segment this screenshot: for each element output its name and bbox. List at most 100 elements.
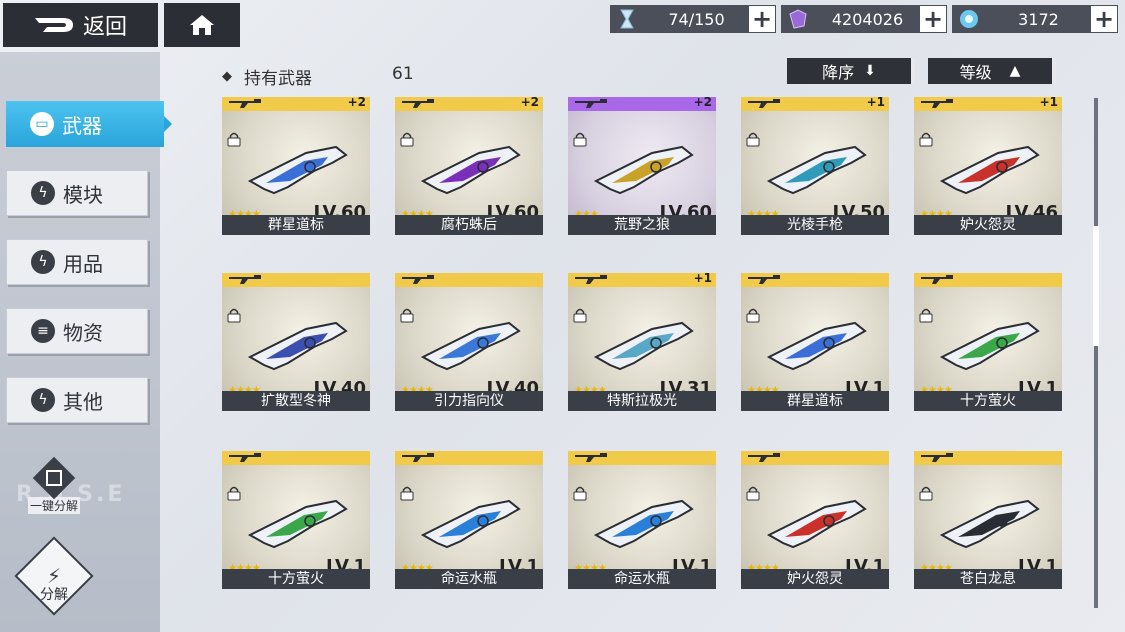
tab-items[interactable]: ϟ 用品 [6, 239, 148, 285]
weapon-icon [593, 321, 694, 371]
one-click-dismantle-button[interactable]: 一键分解 [22, 456, 86, 516]
refine-badge: +1 [693, 271, 712, 285]
refine-badge: +2 [520, 95, 539, 109]
rarity-bar [568, 451, 716, 465]
owned-weapons-header: ◆ 持有武器 61 [222, 64, 414, 89]
weapon-portrait: ★★★★LV.46 [914, 111, 1062, 223]
weapon-card[interactable]: ★★★★LV.1妒火怨灵 [741, 451, 889, 589]
lock-icon [227, 308, 241, 323]
rarity-bar [395, 451, 543, 465]
scrollbar-track[interactable] [1094, 98, 1098, 608]
weapon-portrait: ★★★★LV.1 [568, 465, 716, 577]
weapon-portrait: ★★★★LV.1 [741, 465, 889, 577]
weapon-icon [593, 499, 694, 549]
weapon-card[interactable]: +2 ★★★LV.60荒野之狼 [568, 95, 716, 235]
tab-modules[interactable]: ϟ 模块 [6, 170, 148, 216]
lock-icon [746, 132, 760, 147]
gun-icon: ▭ [30, 112, 54, 136]
weapon-icon [939, 145, 1040, 195]
weapon-type-icon [921, 453, 953, 462]
weapon-card[interactable]: ★★★★LV.1群星道标 [741, 273, 889, 411]
owned-label: 持有武器 [244, 69, 312, 89]
weapon-card[interactable]: ★★★★LV.1十方萤火 [914, 273, 1062, 411]
weapon-name: 命运水瓶 [568, 569, 716, 589]
weapon-portrait: ★★★★LV.1 [914, 465, 1062, 577]
tab-supplies-label: 物资 [63, 320, 103, 345]
diamond-bullet-icon: ◆ [222, 69, 232, 84]
crystal-value: 4204026 [831, 9, 904, 29]
weapon-portrait: ★★★★LV.40 [395, 287, 543, 399]
lock-icon [746, 308, 760, 323]
sort-order-label: 降序 [822, 63, 855, 82]
tab-others[interactable]: ϟ 其他 [6, 377, 148, 423]
weapon-portrait: ★★★★LV.40 [222, 287, 370, 399]
home-button[interactable] [164, 3, 240, 47]
weapon-icon [766, 321, 867, 371]
weapon-icon [247, 145, 348, 195]
crystal-icon [781, 5, 815, 33]
weapon-card[interactable]: ★★★★LV.1十方萤火 [222, 451, 370, 589]
lock-icon [227, 486, 241, 501]
rarity-bar: +2 [395, 95, 543, 111]
weapon-card[interactable]: +1 ★★★★LV.50光棱手枪 [741, 95, 889, 235]
add-stamina-button[interactable]: + [749, 6, 775, 32]
tab-supplies[interactable]: ≡ 物资 [6, 308, 148, 354]
weapon-portrait: ★★★★LV.60 [395, 111, 543, 223]
rarity-bar [914, 273, 1062, 287]
weapon-card[interactable]: +1 ★★★★LV.46妒火怨灵 [914, 95, 1062, 235]
weapon-card[interactable]: +2 ★★★★LV.60腐朽蛛后 [395, 95, 543, 235]
weapon-card[interactable]: ★★★★LV.1命运水瓶 [568, 451, 716, 589]
rarity-bar [914, 451, 1062, 465]
back-button[interactable]: 返回 [3, 3, 158, 47]
stamina-resource: 74/150 + [610, 5, 776, 33]
supply-icon: ≡ [31, 319, 55, 343]
tab-items-label: 用品 [63, 251, 103, 276]
lock-icon [573, 308, 587, 323]
weapon-type-icon [402, 99, 434, 108]
weapon-portrait: ★★★★LV.1 [222, 465, 370, 577]
refine-badge: +2 [693, 95, 712, 109]
weapon-type-icon [229, 453, 261, 462]
weapon-type-icon [748, 453, 780, 462]
lock-icon [919, 486, 933, 501]
sort-level-button[interactable]: 等级 ▲ [928, 58, 1056, 84]
refine-badge: +1 [1039, 95, 1058, 109]
weapon-type-icon [229, 99, 261, 108]
lock-icon [400, 132, 414, 147]
weapon-icon [247, 321, 348, 371]
weapon-card[interactable]: ★★★★LV.40扩散型冬神 [222, 273, 370, 411]
dismantle-button[interactable]: ⚡ 分解 [14, 536, 94, 616]
lock-icon [919, 132, 933, 147]
weapon-card[interactable]: ★★★★LV.1命运水瓶 [395, 451, 543, 589]
rarity-bar [395, 273, 543, 287]
scrollbar-thumb[interactable] [1093, 226, 1099, 346]
lock-icon [227, 132, 241, 147]
weapon-portrait: ★★★★LV.50 [741, 111, 889, 223]
sort-level-cap [1052, 58, 1056, 84]
rarity-bar: +1 [914, 95, 1062, 111]
add-crystal-button[interactable]: + [920, 6, 946, 32]
add-energy-button[interactable]: + [1091, 6, 1117, 32]
tab-weapons[interactable]: ▭ 武器 [6, 101, 172, 147]
energy-orb-icon [952, 5, 986, 33]
weapon-icon [247, 499, 348, 549]
rarity-bar [741, 451, 889, 465]
weapon-type-icon [748, 275, 780, 284]
weapon-name: 特斯拉极光 [568, 391, 716, 411]
rarity-bar: +2 [222, 95, 370, 111]
weapon-card[interactable]: +2 ★★★★LV.60群星道标 [222, 95, 370, 235]
weapon-name: 妒火怨灵 [741, 569, 889, 589]
rank-icon: ▲ [1009, 63, 1021, 79]
arrow-down-icon: ⬇ [864, 63, 876, 79]
rarity-bar: +2 [568, 95, 716, 111]
weapon-name: 十方萤火 [222, 569, 370, 589]
lock-icon [573, 132, 587, 147]
weapon-icon [420, 145, 521, 195]
tab-modules-label: 模块 [63, 182, 103, 207]
dismantle-label: 分解 [40, 587, 68, 603]
weapon-card[interactable]: ★★★★LV.1苍白龙息 [914, 451, 1062, 589]
weapon-card[interactable]: ★★★★LV.40引力指向仪 [395, 273, 543, 411]
back-logo-icon [35, 18, 73, 32]
weapon-card[interactable]: +1 ★★★★LV.31特斯拉极光 [568, 271, 716, 411]
sort-order-button[interactable]: 降序 ⬇ [787, 58, 915, 84]
